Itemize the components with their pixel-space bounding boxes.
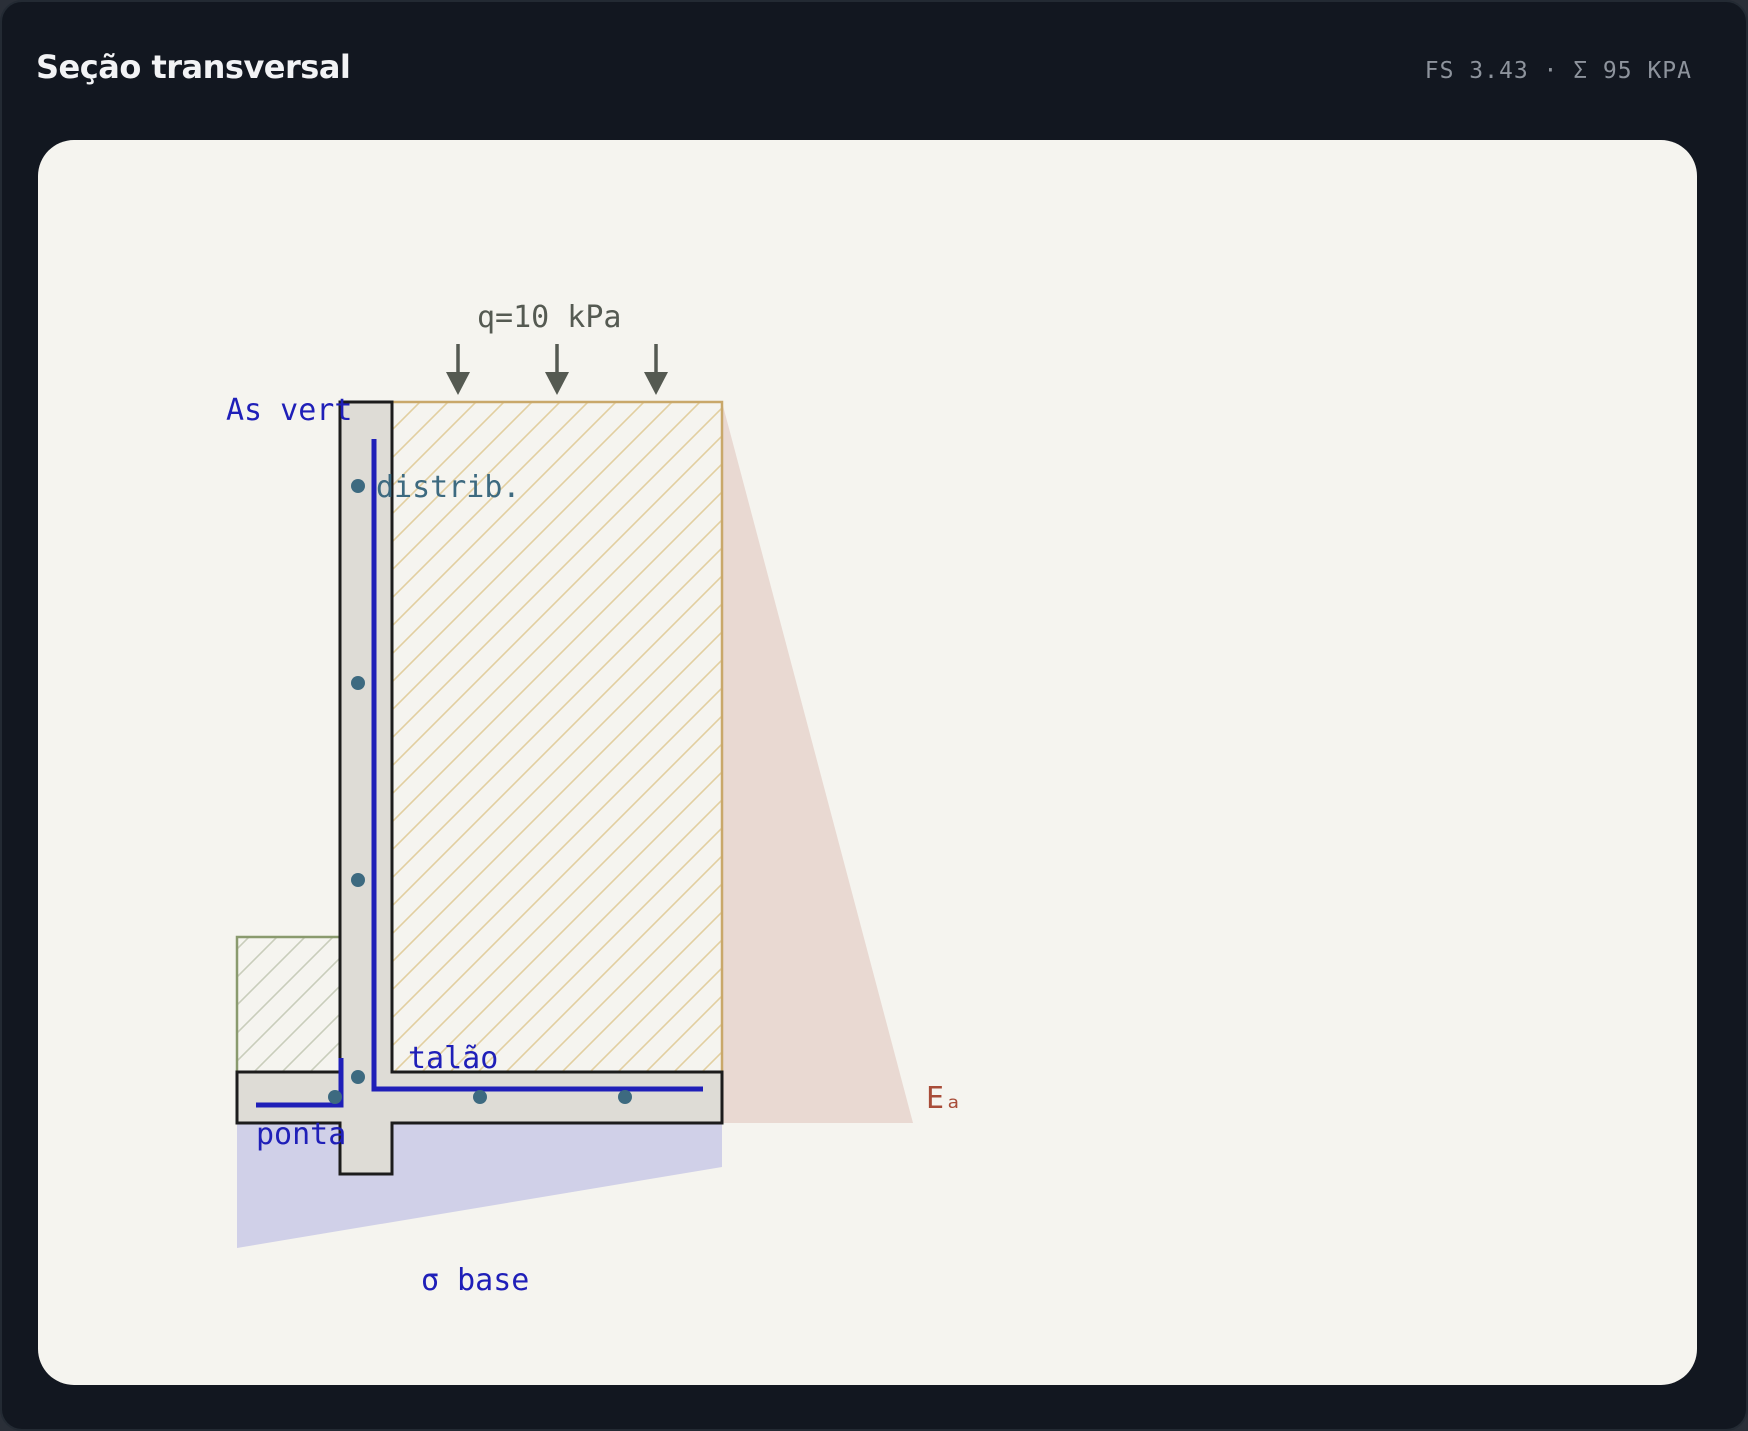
arrow-down-icon [644, 344, 668, 395]
arrow-down-icon [446, 344, 470, 395]
app-window: Seção transversal FS 3.43 · Σ 95 KPA q=1… [0, 0, 1748, 1431]
toe-label: ponta [256, 1117, 346, 1152]
distribution-bars-label: distrib. [376, 470, 521, 505]
surcharge-load-arrows [446, 344, 668, 395]
surcharge-label: q=10 kPa [477, 300, 622, 335]
distribution-bar [351, 479, 365, 493]
shear-key [338, 1121, 394, 1176]
vertical-rebar-label: As vert [226, 393, 352, 428]
active-thrust-diagram [722, 402, 913, 1123]
distribution-bar [328, 1090, 342, 1104]
toe-soil [235, 935, 342, 1074]
heel-label: talão [408, 1041, 498, 1076]
distribution-bar [351, 1070, 365, 1084]
summary-readout: FS 3.43 · Σ 95 KPA [1424, 58, 1692, 84]
distribution-bar [351, 873, 365, 887]
arrow-down-icon [545, 344, 569, 395]
base-pressure-label: σ base [421, 1263, 529, 1298]
active-thrust-label: Eₐ [926, 1081, 962, 1116]
distribution-bar [351, 676, 365, 690]
cross-section-diagram: q=10 kPa As vert distrib. talão ponta Eₐ… [226, 300, 962, 1298]
distribution-bar [473, 1090, 487, 1104]
page-title: Seção transversal [36, 48, 351, 86]
distribution-bar [618, 1090, 632, 1104]
cross-section-canvas: q=10 kPa As vert distrib. talão ponta Eₐ… [38, 140, 1697, 1385]
